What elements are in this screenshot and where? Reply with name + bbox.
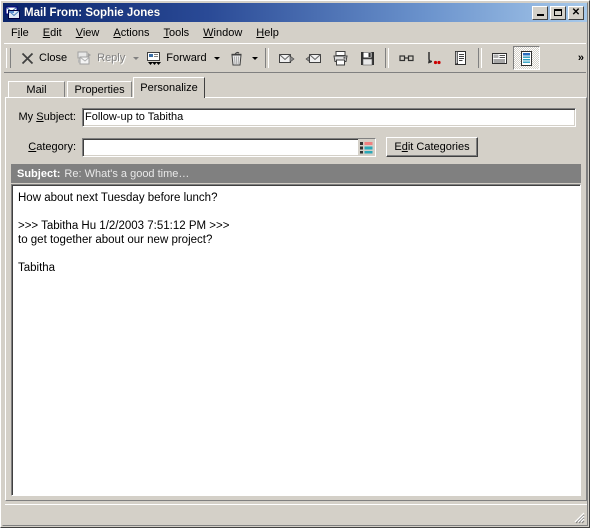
message-subject-band: Subject: Re: What's a good time… <box>11 164 581 183</box>
document-properties-button[interactable] <box>447 46 474 70</box>
close-toolbar-button[interactable]: Close <box>14 46 72 70</box>
subject-row: My Subject: Follow-up to Tabitha <box>6 107 584 127</box>
tab-personalize[interactable]: Personalize <box>133 77 205 98</box>
personalize-panel: My Subject: Follow-up to Tabitha Categor… <box>5 97 587 501</box>
toolbar-separator-2 <box>384 48 389 68</box>
menu-item-file[interactable]: File <box>4 25 36 42</box>
message-subject-value: Re: What's a good time… <box>64 167 190 180</box>
minimize-button[interactable] <box>532 5 548 20</box>
subject-input[interactable]: Follow-up to Tabitha <box>82 107 576 127</box>
close-toolbar-label: Close <box>39 52 68 64</box>
delete-dropdown-arrow[interactable] <box>250 46 261 70</box>
close-icon: ✕ <box>571 6 581 18</box>
category-label: Category: <box>28 141 76 153</box>
body-line-3: >>> Tabitha Hu 1/2/2003 7:51:12 PM >>> <box>18 220 230 232</box>
previous-message-icon <box>305 50 322 67</box>
toolbar-separator-1 <box>264 48 269 68</box>
next-message-button[interactable] <box>273 46 300 70</box>
menu-item-actions[interactable]: Actions <box>106 25 156 42</box>
menu-item-help[interactable]: Help <box>249 25 286 42</box>
glasses-read-icon <box>398 50 415 67</box>
reply-icon <box>77 50 94 67</box>
mail-stack-icon <box>5 5 21 21</box>
forward-icon <box>146 50 163 67</box>
previous-message-button[interactable] <box>300 46 327 70</box>
floppy-save-icon <box>359 50 376 67</box>
body-line-1: How about next Tuesday before lunch? <box>18 192 218 204</box>
window-title: Mail From: Sophie Jones <box>24 6 161 19</box>
mark-read-button[interactable] <box>393 46 420 70</box>
edit-categories-label: Edit Categories <box>394 141 470 153</box>
tab-personalize-label: Personalize <box>140 82 198 94</box>
delete-toolbar-button[interactable] <box>223 46 250 70</box>
properties-panel-icon <box>491 50 508 67</box>
tab-properties-label: Properties <box>74 84 125 96</box>
trash-icon <box>228 50 245 67</box>
category-list-icon[interactable] <box>358 138 375 156</box>
body-line-4: to get together about our new project? <box>18 234 213 246</box>
title-bar[interactable]: Mail From: Sophie Jones ✕ <box>3 3 587 22</box>
category-row: Category: Edit Categories <box>6 137 584 157</box>
properties-panel-button[interactable] <box>486 46 513 70</box>
resize-grip-icon[interactable] <box>571 510 585 524</box>
maximize-button[interactable] <box>550 5 566 20</box>
forward-toolbar-label: Forward <box>166 52 207 64</box>
reply-toolbar-button[interactable]: Reply <box>72 46 130 70</box>
message-subject-label: Subject: <box>17 167 61 180</box>
menu-item-edit[interactable]: Edit <box>36 25 69 42</box>
tab-strip: Mail Properties Personalize <box>8 77 584 98</box>
toolbar: Close Reply Forward » <box>4 43 586 73</box>
printer-icon <box>332 50 349 67</box>
menu-item-tools[interactable]: Tools <box>156 25 196 42</box>
document-properties-icon <box>452 50 469 67</box>
save-button[interactable] <box>354 46 381 70</box>
body-line-6: Tabitha <box>18 262 56 274</box>
body-line-5 <box>18 247 574 261</box>
toolbar-overflow-button[interactable]: » <box>578 52 584 64</box>
tab-mail[interactable]: Mail <box>8 81 65 98</box>
route-button[interactable] <box>420 46 447 70</box>
forward-toolbar-button[interactable]: Forward <box>141 46 211 70</box>
status-bar <box>5 504 587 525</box>
x-close-icon <box>19 50 36 67</box>
reply-toolbar-label: Reply <box>97 52 126 64</box>
toolbar-separator-3 <box>477 48 482 68</box>
subject-input-value: Follow-up to Tabitha <box>85 111 184 123</box>
category-input[interactable] <box>82 137 376 157</box>
tab-mail-label: Mail <box>26 84 47 96</box>
reply-dropdown-arrow[interactable] <box>130 46 141 70</box>
personalize-button[interactable] <box>512 46 540 70</box>
forward-dropdown-arrow[interactable] <box>212 46 223 70</box>
next-message-icon <box>278 50 295 67</box>
menu-item-view[interactable]: View <box>69 25 107 42</box>
close-button[interactable]: ✕ <box>568 5 584 20</box>
tab-properties[interactable]: Properties <box>67 81 132 98</box>
message-body[interactable]: How about next Tuesday before lunch? >>>… <box>11 184 581 496</box>
mail-window: Mail From: Sophie Jones ✕ File Edit View… <box>0 0 590 528</box>
window-controls: ✕ <box>532 5 584 20</box>
subject-label: My Subject: <box>18 111 77 123</box>
edit-categories-button[interactable]: Edit Categories <box>386 137 478 157</box>
print-button[interactable] <box>327 46 354 70</box>
toolbar-grip[interactable] <box>6 48 11 68</box>
body-line-2 <box>18 205 574 219</box>
menu-bar: File Edit View Actions Tools Window Help <box>4 24 586 42</box>
personalize-icon <box>518 50 535 67</box>
menu-item-window[interactable]: Window <box>196 25 249 42</box>
route-arrow-icon <box>425 50 442 67</box>
